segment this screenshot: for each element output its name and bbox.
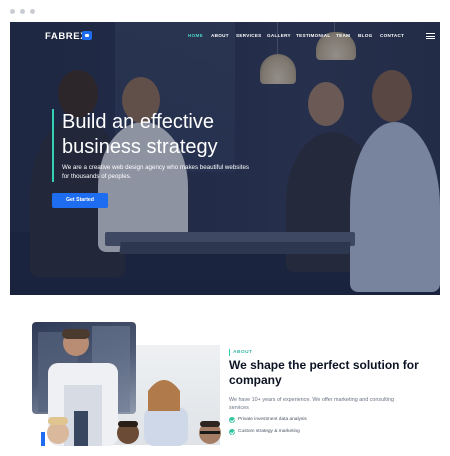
hamburger-icon[interactable] <box>426 33 435 39</box>
hero-title: Build an effective business strategy <box>62 110 282 160</box>
nav-gallery[interactable]: GALLERY <box>267 33 291 38</box>
hero-title-line2: business strategy <box>62 136 218 158</box>
chat-icon <box>82 31 92 40</box>
window-chrome <box>0 0 450 22</box>
nav-blog[interactable]: BLOG <box>358 33 372 38</box>
hero-section: FABREX HOME ABOUT SERVICES GALLERY TESTI… <box>10 22 440 295</box>
checklist-item-text: Private investment data analysis <box>238 417 307 422</box>
about-image-people <box>47 329 221 446</box>
image-accent-strip <box>41 432 45 446</box>
check-icon <box>229 429 235 435</box>
window-dot-close[interactable] <box>10 9 15 14</box>
nav-home[interactable]: HOME <box>188 33 203 38</box>
about-title: We shape the perfect solution for compan… <box>229 358 419 387</box>
logo-text[interactable]: FABREX <box>45 31 87 42</box>
nav-team[interactable]: TEAM <box>336 33 350 38</box>
checklist-item-text: Custom strategy & marketing <box>238 429 300 434</box>
about-accent-bar <box>229 349 230 356</box>
nav-about[interactable]: ABOUT <box>211 33 229 38</box>
get-started-button[interactable]: Get Started <box>52 193 108 208</box>
about-label: ABOUT <box>233 350 253 355</box>
hero-title-line1: Build an effective <box>62 111 214 133</box>
about-description: We have 10+ years of experience. We offe… <box>229 397 394 412</box>
hero-subtitle: We are a creative web design agency who … <box>62 164 249 180</box>
nav-services[interactable]: SERVICES <box>236 33 262 38</box>
nav-contact[interactable]: CONTACT <box>380 33 404 38</box>
navbar: FABREX HOME ABOUT SERVICES GALLERY TESTI… <box>10 22 440 50</box>
check-icon <box>229 417 235 423</box>
browser-window: FABREX HOME ABOUT SERVICES GALLERY TESTI… <box>0 0 450 456</box>
window-dot-maximize[interactable] <box>30 9 35 14</box>
window-dot-minimize[interactable] <box>20 9 25 14</box>
nav-testimonial[interactable]: TESTIMONIAL <box>296 33 330 38</box>
hero-accent-bar <box>52 109 54 182</box>
